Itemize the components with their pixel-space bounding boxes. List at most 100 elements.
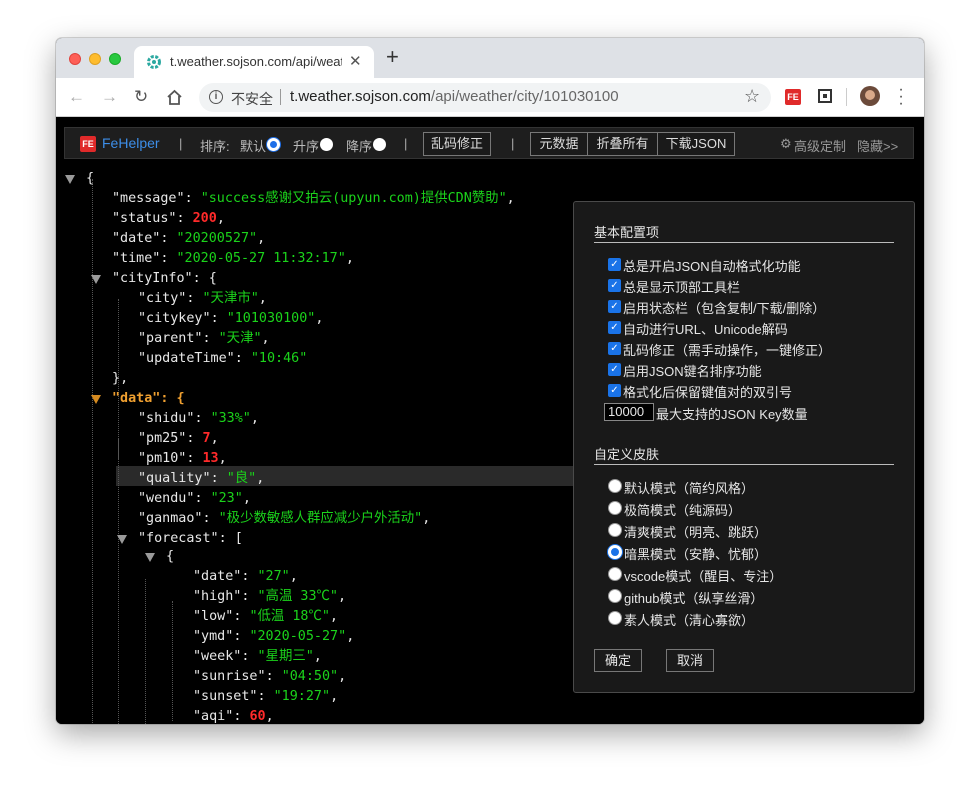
address-bar[interactable]: i 不安全 t.weather.sojson.com/api/weather/c… [199,83,771,112]
json-line[interactable]: "shidu": "33%", [138,409,259,429]
radio-icon[interactable] [608,479,622,493]
fix-encoding-button[interactable]: 乱码修正 [423,132,491,156]
minimize-window-button[interactable] [89,53,101,65]
indent-guide [172,601,173,721]
json-line[interactable]: "ymd": "2020-05-27", [193,627,354,647]
gear-icon[interactable]: ⚙ [780,136,792,152]
json-line[interactable]: "high": "高温 33℃", [193,587,346,607]
collapse-toggle-icon[interactable] [117,535,127,544]
json-comma: , [337,589,347,604]
bookmark-star-icon[interactable]: ☆ [744,86,760,107]
json-line[interactable]: "time": "2020-05-27 11:32:17", [112,249,354,269]
json-key: "date" [112,231,161,246]
checkbox-checked-icon[interactable]: ✓ [608,384,621,397]
collapse-toggle-icon[interactable] [145,553,155,562]
sort-asc-radio[interactable] [320,138,333,151]
radio-icon[interactable] [608,589,622,603]
json-line[interactable]: "date": "27", [193,567,298,587]
json-key: "data" [112,391,161,406]
home-icon[interactable] [166,89,183,105]
radio-icon[interactable] [608,567,622,581]
json-line[interactable]: "sunrise": "04:50", [193,667,346,687]
json-key: "ymd" [193,629,234,644]
json-line[interactable]: "citykey": "101030100", [138,309,323,329]
cancel-button[interactable]: 取消 [666,649,714,672]
json-key: "message" [112,191,185,206]
download-json-button[interactable]: 下载JSON [657,132,735,156]
checkbox-checked-icon[interactable]: ✓ [608,321,621,334]
json-line[interactable]: "parent": "天津", [138,329,270,349]
json-line[interactable]: "pm25": 7, [138,429,219,449]
json-line[interactable]: "status": 200, [112,209,225,229]
radio-icon[interactable] [608,611,622,625]
json-line[interactable]: "city": "天津市", [138,289,267,309]
json-value: "04:50" [281,669,339,684]
browser-tab[interactable]: t.weather.sojson.com/api/weat ✕ [134,46,374,78]
hide-toolbar-link[interactable]: 隐藏>> [857,136,898,155]
sort-desc-radio[interactable] [373,138,386,151]
fehelper-toolbar: FE FeHelper | 排序: 默认 升序 降序 | 乱码修正 | 元数据 … [64,127,914,159]
json-line[interactable]: "low": "低温 18℃", [193,607,338,627]
checkbox-checked-icon[interactable]: ✓ [608,342,621,355]
max-keys-input[interactable] [604,403,654,421]
collapse-toggle-icon[interactable] [65,175,75,184]
json-comma: , [216,211,225,226]
json-line[interactable]: "wendu": "23", [138,489,251,509]
fehelper-extension-icon[interactable]: FE [785,89,801,105]
checkbox-checked-icon[interactable]: ✓ [608,258,621,271]
json-comma: , [265,709,274,724]
json-separator: : [210,311,227,326]
checkbox-checked-icon[interactable]: ✓ [608,300,621,313]
tab-close-icon[interactable]: ✕ [349,52,362,70]
json-line[interactable]: "aqi": 60, [193,707,274,724]
json-line[interactable]: "data": { [112,389,185,409]
setting-option-label: 格式化后保留键值对的双引号 [623,385,793,400]
ok-button[interactable]: 确定 [594,649,642,672]
close-window-button[interactable] [69,53,81,65]
radio-icon[interactable] [608,523,622,537]
radio-icon[interactable] [608,501,622,515]
json-comma: , [289,569,298,584]
new-tab-icon[interactable]: + [386,46,399,68]
fehelper-brand[interactable]: FeHelper [102,135,160,151]
json-separator: : [194,491,211,506]
collapse-toggle-icon[interactable] [91,275,101,284]
raw-data-button[interactable]: 元数据 [530,132,588,156]
json-bracket-line[interactable]: { [166,547,174,567]
maximize-window-button[interactable] [109,53,121,65]
json-value: { [166,549,175,564]
profile-avatar[interactable] [860,86,880,106]
forward-icon[interactable]: → [101,87,118,107]
collapse-toggle-icon[interactable] [91,395,101,404]
json-line[interactable]: "sunset": "19:27", [193,687,338,707]
sort-default-radio[interactable] [267,138,280,151]
back-icon[interactable]: ← [68,87,85,107]
json-bracket-line[interactable]: }, [112,369,128,389]
advanced-settings-link[interactable]: 高级定制 [794,136,846,155]
qrcode-extension-icon[interactable] [818,89,832,103]
checkbox-checked-icon[interactable]: ✓ [608,363,621,376]
json-line[interactable]: "forecast": [ [138,529,243,549]
collapse-all-button[interactable]: 折叠所有 [587,132,658,156]
json-key: "pm25" [138,431,187,446]
divider: | [511,136,515,151]
fehelper-logo-icon: FE [80,136,96,152]
reload-icon[interactable]: ↻ [134,87,148,107]
json-bracket-line[interactable]: { [86,169,94,189]
settings-panel: 基本配置项 ✓ 总是开启JSON自动格式化功能 ✓ 总是显示顶部工具栏 ✓ 启用状态栏（包… [573,201,915,693]
json-line[interactable]: "week": "星期三", [193,647,322,667]
radio-selected-icon[interactable] [608,545,622,559]
skin-option-label: github模式（纵享丝滑） [624,591,764,606]
json-comma: , [257,231,266,246]
json-line[interactable]: "updateTime": "10:46" [138,349,307,369]
json-line[interactable]: "pm10": 13, [138,449,227,469]
checkbox-checked-icon[interactable]: ✓ [608,279,621,292]
url-text[interactable]: t.weather.sojson.com/api/weather/city/10… [290,88,619,105]
info-icon[interactable]: i [209,90,223,104]
json-line[interactable]: "quality": "良", [138,469,264,489]
json-line[interactable]: "cityInfo": { [112,269,217,289]
json-line[interactable]: "ganmao": "极少数敏感人群应减少户外活动", [138,509,430,529]
json-line[interactable]: "date": "20200527", [112,229,265,249]
json-line[interactable]: "message": "success感谢又拍云(upyun.com)提供CDN… [112,189,515,209]
menu-dots-icon[interactable]: · · · [898,82,904,112]
